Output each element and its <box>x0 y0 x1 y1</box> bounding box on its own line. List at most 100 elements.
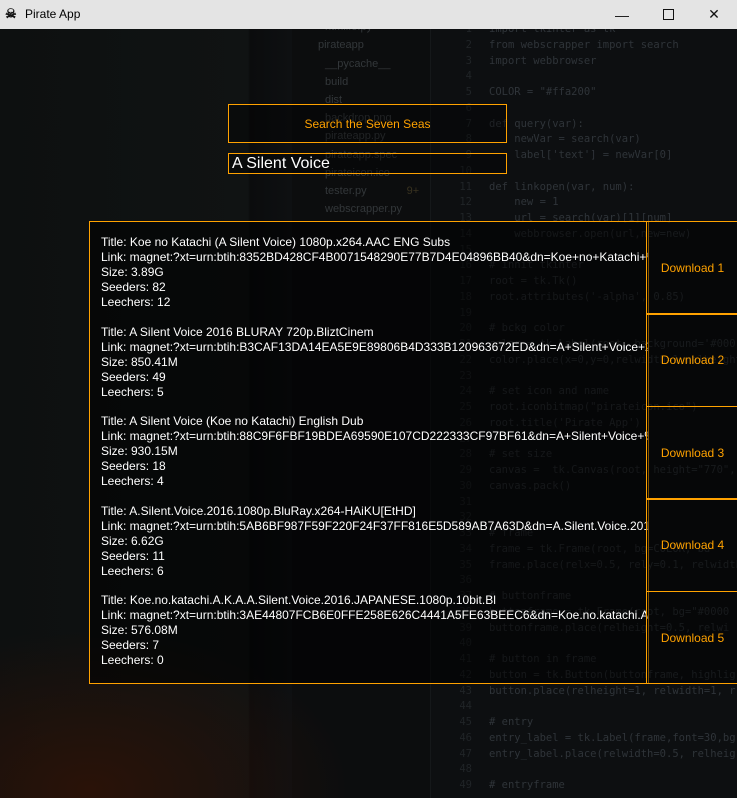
close-icon: ✕ <box>708 6 720 22</box>
result-size: Size: 3.89G <box>101 265 164 279</box>
code-line: 48 <box>440 763 489 779</box>
result-leechers: Leechers: 0 <box>101 653 164 667</box>
line-number: 44 <box>459 700 472 713</box>
code-line: 12 new = 1 <box>440 196 559 212</box>
code-text: import tkinter as tk <box>489 29 616 35</box>
result-size: Size: 576.08M <box>101 623 178 637</box>
title-bar: ☠ Pirate App — ✕ <box>0 0 737 29</box>
result-size: Size: 930.15M <box>101 444 178 458</box>
download-button-label: Download 1 <box>660 260 725 275</box>
result-leechers: Leechers: 5 <box>101 384 164 399</box>
download-button-1[interactable]: Download 1 <box>646 221 737 314</box>
result-link[interactable]: Link: magnet:?xt=urn:btih:5AB6BF987F59F2… <box>101 519 648 534</box>
code-line: 4 <box>440 70 489 86</box>
code-text: button.place(relheight=1, relwidth=1, r <box>489 684 736 697</box>
code-line: 3 import webbrowser <box>440 54 597 71</box>
download-button-label: Download 2 <box>660 353 725 368</box>
window-title: Pirate App <box>25 7 81 21</box>
code-line: 2 from webscrapper import search <box>440 39 679 55</box>
code-line: 45 # entry <box>440 716 533 732</box>
result-link[interactable]: Link: magnet:?xt=urn:btih:88C9F6FBF19BDE… <box>101 429 648 444</box>
code-text: COLOR = "#ffa200" <box>489 86 597 98</box>
result-title: Title: A Silent Voice (Koe no Katachi) E… <box>101 414 364 428</box>
code-line: 11 def linkopen(var, num): <box>440 181 634 197</box>
code-line: 46 entry_label = tk.Label(frame,font=30,b… <box>440 731 736 748</box>
results-panel: Title: Koe no Katachi (A Silent Voice) 1… <box>89 221 649 684</box>
code-text: import webbrowser <box>489 54 597 67</box>
code-line: 44 <box>440 700 489 716</box>
line-number: 1 <box>465 29 472 35</box>
code-line: 1 import tkinter as tk <box>440 29 616 39</box>
result-seeders: Seeders: 18 <box>101 459 166 473</box>
download-button-4[interactable]: Download 4 <box>646 498 737 592</box>
line-number: 2 <box>465 38 472 51</box>
download-button-5[interactable]: Download 5 <box>646 591 737 685</box>
line-number: 3 <box>465 54 472 67</box>
result-link[interactable]: Link: magnet:?xt=urn:btih:3AE44807FCB6E0… <box>101 608 648 623</box>
code-text: entry_label = tk.Label(frame,font=30,bg <box>489 731 736 744</box>
maximize-icon <box>662 9 674 20</box>
code-text: from webscrapper import search <box>489 38 679 51</box>
line-number: 43 <box>459 684 472 697</box>
explorer-item-label: __pycache__ <box>325 57 391 70</box>
download-button-label: Download 3 <box>660 445 725 460</box>
problems-badge: 9+ <box>406 185 420 197</box>
result-size: Size: 6.62G <box>101 533 164 548</box>
explorer-item: htmlife.py <box>325 29 372 33</box>
explorer-item: pirateapp <box>318 39 364 51</box>
code-text: new = 1 <box>489 196 559 209</box>
download-button-3[interactable]: Download 3 <box>646 406 737 500</box>
line-number: 11 <box>459 180 472 193</box>
result-title: Title: Koe.no.katachi.A.K.A.A.Silent.Voi… <box>101 593 496 607</box>
line-number: 48 <box>459 763 472 776</box>
code-line: 49 # entryframe <box>440 779 565 795</box>
result-leechers: Leechers: 4 <box>101 474 164 488</box>
result-seeders: Seeders: 82 <box>101 280 166 294</box>
result-leechers: Leechers: 6 <box>101 563 164 578</box>
download-button-2[interactable]: Download 2 <box>646 313 737 407</box>
line-number: 12 <box>459 196 472 209</box>
result-link[interactable]: Link: magnet:?xt=urn:btih:8352BD428CF4B0… <box>101 250 648 265</box>
explorer-item-label: webscrapper.py <box>325 203 403 216</box>
result-link[interactable]: Link: magnet:?xt=urn:btih:B3CAF13DA14EA5… <box>101 340 648 355</box>
line-number: 49 <box>459 779 472 791</box>
code-text: newVar = search(var) <box>489 133 641 146</box>
code-text: def linkopen(var, num): <box>489 180 635 193</box>
result-seeders: Seeders: 49 <box>101 369 166 384</box>
code-line: 5 COLOR = "#ffa200" <box>440 86 597 102</box>
result-title: Title: A Silent Voice 2016 BLURAY 720p.B… <box>101 324 374 339</box>
line-number: 46 <box>459 731 472 744</box>
search-button[interactable]: Search the Seven Seas <box>228 104 507 143</box>
explorer-item: build <box>325 76 348 88</box>
download-button-label: Download 5 <box>660 630 725 645</box>
result-leechers: Leechers: 12 <box>101 295 171 309</box>
code-line: 47 entry_label.place(relwidth=0.5, relhei… <box>440 747 736 764</box>
code-text: # entry <box>489 716 534 728</box>
code-text: label['text'] = newVar[0] <box>489 149 673 161</box>
line-number: 45 <box>459 716 472 728</box>
result-title: Title: A.Silent.Voice.2016.1080p.BluRay.… <box>101 503 416 518</box>
code-text: entry_label.place(relwidth=0.5, relheig <box>489 747 736 760</box>
result-size: Size: 850.41M <box>101 354 178 369</box>
explorer-item: webscrapper.py <box>325 203 402 215</box>
explorer-item-label: tester.py <box>325 185 367 197</box>
search-input[interactable]: A Silent Voice <box>228 153 507 174</box>
result-title: Title: Koe no Katachi (A Silent Voice) 1… <box>101 235 451 249</box>
explorer-item-label: pirateapp <box>318 39 364 52</box>
download-button-label: Download 4 <box>660 538 725 553</box>
search-button-label: Search the Seven Seas <box>304 116 431 131</box>
pirate-flag-icon: ☠ <box>5 6 17 21</box>
minimize-icon: — <box>615 6 629 23</box>
explorer-item-label: build <box>325 75 349 88</box>
maximize-button[interactable] <box>645 0 691 29</box>
explorer-item: __pycache__ <box>325 58 390 70</box>
line-number: 47 <box>459 747 472 760</box>
minimize-button[interactable]: — <box>599 0 645 29</box>
result-seeders: Seeders: 11 <box>101 548 165 563</box>
line-number: 4 <box>465 70 472 83</box>
explorer-item: tester.py 9+ <box>325 185 419 197</box>
code-line: 43 button.place(relheight=1, relwidth=1, … <box>440 684 736 701</box>
close-button[interactable]: ✕ <box>691 0 737 29</box>
explorer-item-label: htmlife.py <box>325 29 372 33</box>
code-text: # entryframe <box>489 779 565 791</box>
